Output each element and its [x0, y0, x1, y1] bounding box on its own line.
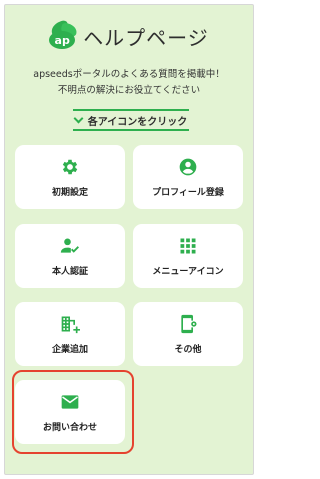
menu-item-label: 企業追加: [51, 344, 88, 355]
menu-item-initial-setup[interactable]: 初期設定: [15, 145, 125, 209]
icon-click-toggle[interactable]: 各アイコンをクリック: [73, 109, 189, 131]
page-title: ヘルプページ: [83, 25, 209, 50]
toggle-label: 各アイコンをクリック: [87, 116, 188, 128]
menu-item-add-company[interactable]: 企業追加: [15, 302, 125, 366]
user-check-icon: [60, 236, 80, 256]
menu-item-label: 初期設定: [51, 187, 88, 198]
menu-item-identity-verification[interactable]: 本人認証: [15, 224, 125, 288]
chevron-down-icon: [73, 113, 84, 123]
description-line-1: apseedsポータルのよくある質問を掲載中！: [33, 69, 225, 80]
building-add-icon: [60, 314, 80, 334]
page-header: ap ヘルプページ: [5, 19, 253, 53]
contact-highlight-outline: [12, 370, 134, 454]
grid-icon: [178, 236, 198, 256]
page-description: apseedsポータルのよくある質問を掲載中！ 不明点の解決にお役立てください: [5, 67, 253, 99]
description-line-2: 不明点の解決にお役立てください: [57, 85, 201, 96]
user-circle-icon: [178, 157, 198, 177]
menu-item-menu-icons[interactable]: メニューアイコン: [133, 224, 243, 288]
menu-item-label: その他: [174, 344, 202, 355]
apseeds-logo: ap: [49, 19, 79, 50]
menu-item-label: プロフィール登録: [152, 187, 224, 198]
phone-gear-icon: [178, 314, 198, 334]
help-page: ap ヘルプページ apseedsポータルのよくある質問を掲載中！ 不明点の解決…: [4, 4, 254, 475]
menu-item-other[interactable]: その他: [133, 302, 243, 366]
menu-item-profile-registration[interactable]: プロフィール登録: [133, 145, 243, 209]
menu-item-label: メニューアイコン: [152, 266, 224, 277]
menu-item-label: 本人認証: [51, 266, 88, 277]
gear-icon: [60, 157, 80, 177]
